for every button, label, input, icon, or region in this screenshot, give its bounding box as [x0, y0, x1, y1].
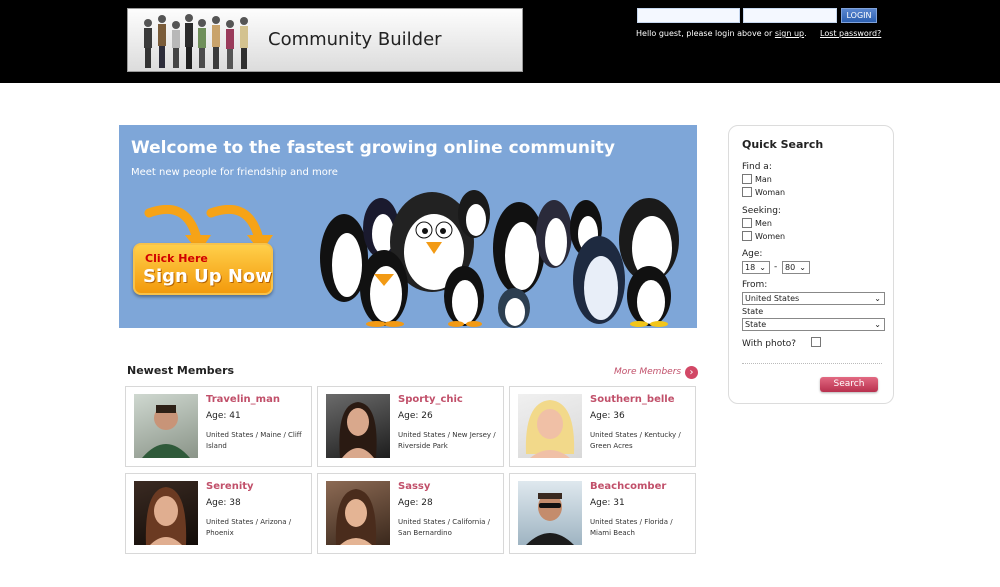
- seeking-men-checkbox[interactable]: [742, 218, 752, 228]
- member-avatar-icon: [142, 405, 190, 458]
- seeking-women-checkbox[interactable]: [742, 231, 752, 241]
- seeking-women-label: Women: [755, 232, 786, 241]
- username-input[interactable]: [637, 8, 740, 23]
- find-woman-checkbox[interactable]: [742, 187, 752, 197]
- password-input[interactable]: [743, 8, 837, 23]
- member-photo[interactable]: [326, 481, 390, 545]
- seeking-label: Seeking:: [742, 206, 781, 216]
- signup-link[interactable]: sign up: [775, 29, 804, 38]
- age-separator: -: [774, 262, 778, 272]
- member-avatar-icon: [525, 400, 575, 458]
- member-card: Sassy Age: 28 United States / California…: [317, 473, 504, 554]
- member-age: Age: 36: [590, 411, 625, 421]
- member-card: Sporty_chic Age: 26 United States / New …: [317, 386, 504, 467]
- member-location: United States / New Jersey / Riverside P…: [398, 431, 496, 450]
- member-name[interactable]: Sassy: [398, 481, 430, 492]
- member-avatar-icon: [145, 487, 187, 545]
- member-photo[interactable]: [134, 481, 198, 545]
- quick-search-panel: Quick Search Find a: Man Woman Seeking: …: [728, 125, 894, 404]
- member-card: Serenity Age: 38 United States / Arizona…: [125, 473, 312, 554]
- divider: [742, 363, 882, 364]
- age-max-value: 80: [785, 263, 796, 272]
- country-value: United States: [745, 294, 800, 303]
- member-age: Age: 31: [590, 498, 625, 508]
- member-age: Age: 38: [206, 498, 241, 508]
- member-avatar-icon: [339, 402, 377, 458]
- chevron-down-icon: ⌄: [874, 320, 881, 329]
- signup-now-button[interactable]: Click Here Sign Up Now: [133, 243, 273, 295]
- member-photo[interactable]: [326, 394, 390, 458]
- member-age: Age: 26: [398, 411, 433, 421]
- state-value: State: [745, 320, 767, 329]
- member-photo[interactable]: [518, 481, 582, 545]
- age-label: Age:: [742, 249, 763, 259]
- member-avatar-icon: [526, 493, 574, 545]
- find-label: Find a:: [742, 162, 772, 172]
- site-title: Community Builder: [268, 29, 442, 50]
- age-max-select[interactable]: 80 ⌄: [782, 261, 810, 274]
- banner-subtitle: Meet new people for friendship and more: [131, 167, 338, 178]
- signup-now-label: Sign Up Now: [143, 266, 272, 287]
- login-button[interactable]: LOGIN: [841, 8, 877, 23]
- member-location: United States / Florida / Miami Beach: [590, 518, 673, 537]
- member-location: United States / Arizona / Phoenix: [206, 518, 292, 537]
- age-min-value: 18: [745, 263, 756, 272]
- find-man-checkbox[interactable]: [742, 174, 752, 184]
- find-woman-label: Woman: [755, 188, 786, 197]
- site-header: Community Builder LOGIN Hello guest, ple…: [0, 0, 1000, 83]
- state-label: State: [742, 307, 764, 316]
- welcome-banner: Welcome to the fastest growing online co…: [119, 125, 697, 328]
- seeking-men-label: Men: [755, 219, 772, 228]
- state-select[interactable]: State ⌄: [742, 318, 885, 331]
- with-photo-checkbox[interactable]: [811, 337, 821, 347]
- chevron-down-icon: ⌄: [874, 294, 881, 303]
- age-min-select[interactable]: 18 ⌄: [742, 261, 770, 274]
- member-avatar-icon: [335, 489, 377, 545]
- search-button[interactable]: Search: [820, 377, 878, 392]
- chevron-down-icon: ⌄: [759, 263, 766, 272]
- lost-password-link[interactable]: Lost password?: [820, 29, 881, 38]
- from-label: From:: [742, 280, 768, 290]
- find-man-label: Man: [755, 175, 772, 184]
- country-select[interactable]: United States ⌄: [742, 292, 885, 305]
- member-photo[interactable]: [134, 394, 198, 458]
- penguins-illustration: [320, 190, 679, 328]
- member-name[interactable]: Southern_belle: [590, 394, 675, 405]
- member-location: United States / Maine / Cliff Island: [206, 431, 302, 450]
- signup-click-here: Click Here: [145, 252, 208, 265]
- with-photo-label: With photo?: [742, 339, 797, 349]
- member-name[interactable]: Travelin_man: [206, 394, 280, 405]
- member-location: United States / Kentucky / Green Acres: [590, 431, 681, 450]
- member-age: Age: 28: [398, 498, 433, 508]
- newest-members-heading: Newest Members: [127, 364, 235, 377]
- member-name[interactable]: Beachcomber: [590, 481, 666, 492]
- banner-title: Welcome to the fastest growing online co…: [131, 138, 615, 158]
- more-members-link[interactable]: More Members: [614, 367, 681, 377]
- chevron-down-icon: ⌄: [799, 263, 806, 272]
- member-name[interactable]: Serenity: [206, 481, 254, 492]
- member-card: Travelin_man Age: 41 United States / Mai…: [125, 386, 312, 467]
- guest-message-end: .: [804, 29, 807, 38]
- arrow-right-icon[interactable]: ›: [685, 366, 698, 379]
- member-card: Beachcomber Age: 31 United States / Flor…: [509, 473, 696, 554]
- people-group-icon: [144, 14, 248, 69]
- member-photo[interactable]: [518, 394, 582, 458]
- member-card: Southern_belle Age: 36 United States / K…: [509, 386, 696, 467]
- quick-search-title: Quick Search: [742, 138, 824, 151]
- member-name[interactable]: Sporty_chic: [398, 394, 463, 405]
- member-location: United States / California / San Bernard…: [398, 518, 491, 537]
- guest-message: Hello guest, please login above or sign …: [636, 29, 807, 38]
- site-logo[interactable]: Community Builder: [127, 8, 523, 72]
- guest-message-text: Hello guest, please login above or: [636, 29, 775, 38]
- member-age: Age: 41: [206, 411, 241, 421]
